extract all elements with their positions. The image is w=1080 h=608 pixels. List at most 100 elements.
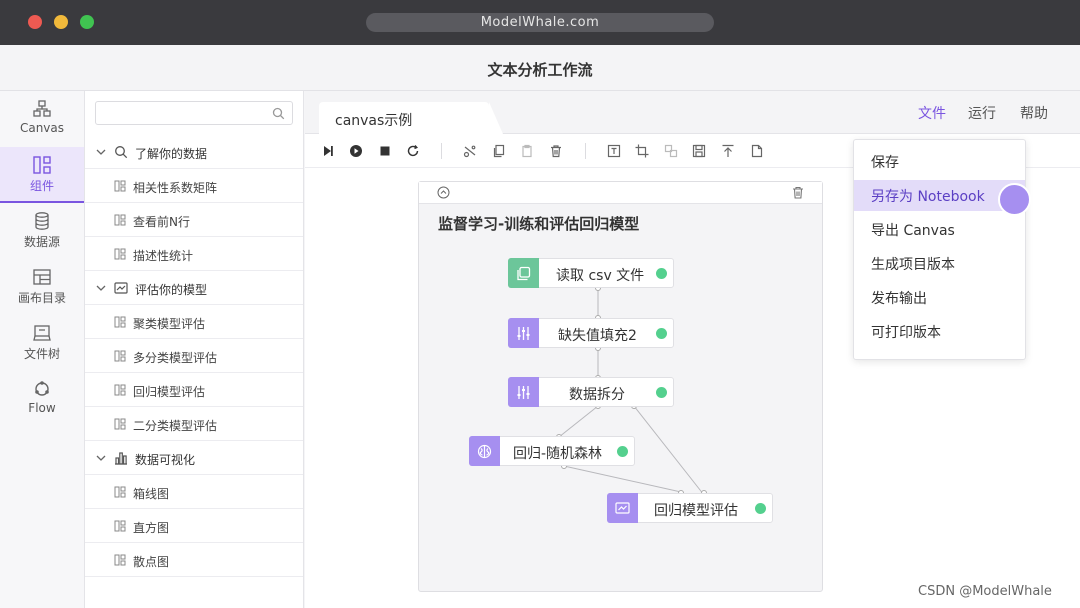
tree-item[interactable]: 直方图	[85, 509, 303, 543]
bar-chart-icon	[115, 452, 127, 465]
menu-file[interactable]: 文件	[918, 103, 946, 123]
menu-item-create-version[interactable]: 生成项目版本	[854, 248, 1025, 279]
toolbar-separator	[585, 143, 586, 159]
tree-item[interactable]: 描述性统计	[85, 237, 303, 271]
menu-help[interactable]: 帮助	[1020, 103, 1048, 123]
rail-item-canvas-directory[interactable]: 画布目录	[0, 259, 84, 315]
sliders-icon	[517, 386, 530, 399]
save-icon[interactable]	[692, 144, 706, 158]
tree-group[interactable]: 了解你的数据	[85, 135, 303, 169]
tree-item[interactable]: 查看前N行	[85, 203, 303, 237]
node-fill-missing[interactable]: 缺失值填充2	[508, 318, 674, 348]
menu-run[interactable]: 运行	[968, 103, 996, 123]
node-data-split[interactable]: 数据拆分	[508, 377, 674, 407]
paste-icon[interactable]	[520, 144, 534, 158]
tree-item-label: 回归模型评估	[133, 385, 206, 399]
component-icon	[114, 486, 126, 498]
tree-item-label: 描述性统计	[133, 249, 194, 263]
node-group[interactable]: 监督学习-训练和评估回归模型 读取 csv 文件 缺失值填充2 数据拆分 回归-…	[418, 181, 823, 592]
refresh-icon[interactable]	[406, 144, 420, 158]
node-read-csv[interactable]: 读取 csv 文件	[508, 258, 674, 288]
tree-item[interactable]: 聚类模型评估	[85, 305, 303, 339]
stop-icon[interactable]	[378, 144, 392, 158]
tab-canvas-example[interactable]: canvas示例	[319, 102, 503, 134]
tree-item[interactable]: 相关性系数矩阵	[85, 169, 303, 203]
flow-icon	[35, 381, 49, 396]
rail-label: Flow	[28, 401, 56, 415]
group-icon[interactable]	[664, 144, 678, 158]
rail-label: 数据源	[23, 235, 60, 249]
tree-item[interactable]: 散点图	[85, 543, 303, 577]
document-icon[interactable]	[750, 144, 764, 158]
tree-item-label: 箱线图	[133, 487, 170, 501]
watermark: CSDN @ModelWhale	[918, 584, 1052, 599]
rail-item-canvas[interactable]: Canvas	[0, 91, 84, 147]
toolbar-separator	[441, 143, 442, 159]
edge	[563, 465, 682, 493]
cursor-indicator	[998, 183, 1031, 216]
component-search-input[interactable]	[95, 101, 293, 125]
rail-label: Canvas	[19, 121, 65, 135]
file-tree-icon	[33, 325, 51, 341]
tree-item[interactable]: 回归模型评估	[85, 373, 303, 407]
component-icon	[114, 418, 126, 430]
run-step-icon[interactable]	[321, 144, 335, 158]
node-icon	[508, 377, 539, 407]
node-label: 缺失值填充2	[558, 328, 637, 344]
tree-group-label: 数据可视化	[135, 453, 196, 467]
tree-item-label: 查看前N行	[133, 215, 190, 229]
sliders-icon	[517, 327, 530, 340]
address-bar[interactable]: ModelWhale.com	[366, 13, 714, 32]
node-regression-eval[interactable]: 回归模型评估	[607, 493, 773, 523]
node-icon	[508, 318, 539, 348]
upload-icon[interactable]	[721, 144, 735, 158]
component-tree: 了解你的数据 相关性系数矩阵 查看前N行 描述性统计 评估你的模型 聚类模型评估…	[85, 135, 303, 577]
menu-item-publish-output[interactable]: 发布输出	[854, 282, 1025, 313]
rail-label: 画布目录	[17, 291, 66, 305]
menu-item-export-canvas[interactable]: 导出 Canvas	[854, 214, 1025, 245]
tree-item[interactable]: 多分类模型评估	[85, 339, 303, 373]
crop-icon[interactable]	[635, 144, 649, 158]
chart-line-icon	[114, 282, 128, 294]
search-icon	[115, 146, 128, 159]
cut-icon[interactable]	[463, 144, 477, 158]
tree-group[interactable]: 评估你的模型	[85, 271, 303, 305]
component-icon	[114, 180, 126, 192]
trash-icon[interactable]	[549, 144, 563, 158]
tree-item[interactable]: 箱线图	[85, 475, 303, 509]
app-header: 文本分析工作流	[0, 45, 1080, 91]
minimize-window-button[interactable]	[54, 15, 68, 29]
brain-icon	[477, 444, 492, 459]
rail-item-datasource[interactable]: 数据源	[0, 203, 84, 259]
component-icon	[114, 384, 126, 396]
menu-item-save[interactable]: 保存	[854, 146, 1025, 177]
rail-item-file-tree[interactable]: 文件树	[0, 315, 84, 371]
text-box-icon[interactable]	[607, 144, 621, 158]
component-panel: 了解你的数据 相关性系数矩阵 查看前N行 描述性统计 评估你的模型 聚类模型评估…	[85, 91, 304, 608]
node-label: 回归模型评估	[654, 503, 738, 519]
chevron-down-icon	[96, 149, 106, 155]
component-icon	[114, 214, 126, 226]
run-all-icon[interactable]	[349, 144, 363, 158]
rail-item-components[interactable]: 组件	[0, 147, 84, 203]
tree-group[interactable]: 数据可视化	[85, 441, 303, 475]
rail-label: 文件树	[23, 347, 60, 361]
status-dot	[617, 446, 628, 457]
maximize-window-button[interactable]	[80, 15, 94, 29]
copy-icon[interactable]	[492, 144, 506, 158]
menu-item-printable-version[interactable]: 可打印版本	[854, 316, 1025, 347]
close-window-button[interactable]	[28, 15, 42, 29]
tree-item[interactable]: 二分类模型评估	[85, 407, 303, 441]
rail-item-flow[interactable]: Flow	[0, 371, 84, 427]
component-icon	[114, 520, 126, 532]
node-random-forest[interactable]: 回归-随机森林	[469, 436, 635, 466]
component-icon	[114, 350, 126, 362]
status-dot	[656, 328, 667, 339]
database-icon	[35, 212, 49, 230]
search-icon	[272, 107, 285, 120]
tree-group-label: 了解你的数据	[135, 147, 208, 161]
status-dot	[656, 387, 667, 398]
status-dot	[755, 503, 766, 514]
canvas-directory-icon	[33, 269, 51, 285]
status-dot	[656, 268, 667, 279]
